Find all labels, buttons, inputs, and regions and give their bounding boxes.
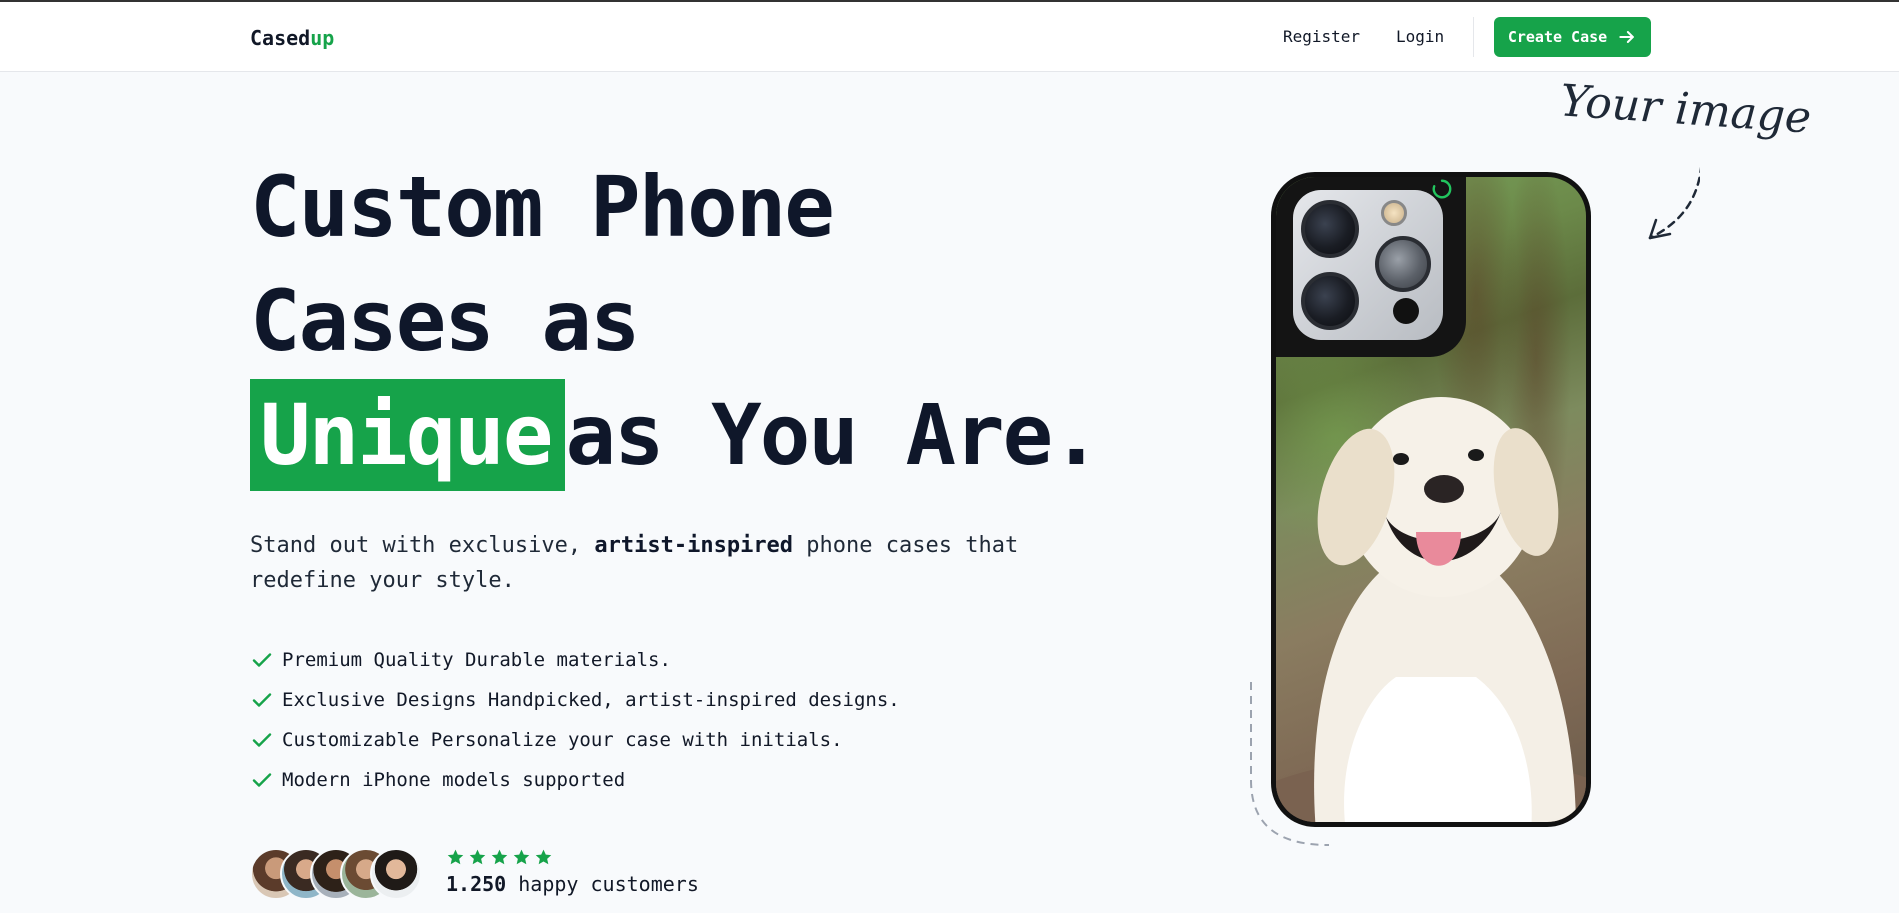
feature-text: Customizable Personalize your case with … <box>282 729 843 751</box>
headline-line-3-rest: as You Are. <box>565 386 1101 484</box>
camera-lens <box>1301 272 1359 330</box>
check-icon <box>252 693 272 707</box>
check-icon <box>252 773 272 787</box>
feature-item: Premium Quality Durable materials. <box>250 640 900 680</box>
login-link[interactable]: Login <box>1396 27 1444 46</box>
feature-text: Premium Quality Durable materials. <box>282 649 671 671</box>
subtext-before: Stand out with exclusive, <box>250 533 595 558</box>
camera-lens <box>1301 200 1359 258</box>
headline-line-3: Unique as You Are. <box>250 378 1102 492</box>
create-case-button[interactable]: Create Case <box>1494 17 1651 57</box>
customer-rating: 1.250 happy customers <box>446 848 699 896</box>
star-rating <box>446 848 699 870</box>
hero-headline: Custom Phone Cases as Unique as You Are. <box>250 150 1102 492</box>
feature-item: Exclusive Designs Handpicked, artist-ins… <box>250 680 900 720</box>
feature-text: Modern iPhone models supported <box>282 769 626 791</box>
dog-photo <box>1276 397 1586 822</box>
headline-highlight: Unique <box>250 379 566 491</box>
loading-spinner-icon <box>1432 179 1452 199</box>
logo[interactable]: Casedup <box>250 26 334 50</box>
hero-subtext: Stand out with exclusive, artist-inspire… <box>250 528 1110 598</box>
star-icon <box>491 849 508 865</box>
arrow-right-icon <box>1619 31 1635 43</box>
headline-line-2: Cases as <box>250 272 641 370</box>
star-icon <box>535 849 552 865</box>
dashed-arrow-icon <box>1648 165 1700 240</box>
your-image-annotation: Your image <box>1558 75 1813 144</box>
sensor <box>1393 298 1419 324</box>
customer-count: 1.250 happy customers <box>446 872 699 896</box>
camera-module <box>1293 190 1443 340</box>
avatar <box>370 848 422 900</box>
subtext-bold: artist-inspired <box>594 533 794 558</box>
star-icon <box>469 849 486 865</box>
check-icon <box>252 653 272 667</box>
logo-accent: up <box>310 26 335 50</box>
navbar: Casedup Register Login Create Case <box>0 2 1899 72</box>
star-icon <box>513 849 530 865</box>
headline-line-1: Custom Phone <box>250 158 835 256</box>
customer-count-number: 1.250 <box>446 872 507 896</box>
camera-bump <box>1276 177 1466 357</box>
flash <box>1381 200 1407 226</box>
logo-main: Cased <box>250 26 311 50</box>
star-icon <box>447 849 464 865</box>
feature-item: Customizable Personalize your case with … <box>250 720 900 760</box>
feature-list: Premium Quality Durable materials. Exclu… <box>250 640 900 800</box>
check-icon <box>252 733 272 747</box>
feature-text: Exclusive Designs Handpicked, artist-ins… <box>282 689 900 711</box>
feature-item: Modern iPhone models supported <box>250 760 900 800</box>
phone-case-preview <box>1271 172 1591 827</box>
register-link[interactable]: Register <box>1283 27 1360 46</box>
create-case-label: Create Case <box>1507 28 1608 46</box>
customer-avatars <box>250 848 430 900</box>
customer-count-label: happy customers <box>506 872 699 896</box>
camera-lens <box>1375 236 1431 292</box>
nav-divider <box>1473 17 1474 57</box>
